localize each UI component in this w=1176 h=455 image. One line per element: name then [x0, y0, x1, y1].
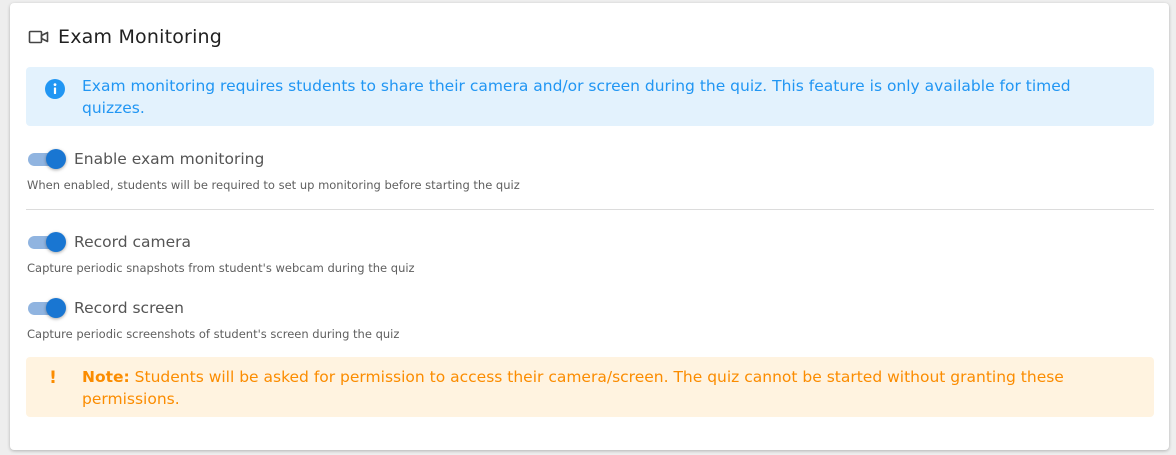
- toggle-thumb: [46, 232, 66, 252]
- warning-alert: ! Note: Students will be asked for permi…: [26, 357, 1154, 417]
- exclamation-icon: !: [49, 368, 57, 388]
- info-icon: [45, 79, 65, 99]
- record-camera-hint: Capture periodic snapshots from student'…: [27, 261, 415, 275]
- enable-monitoring-toggle[interactable]: [28, 149, 66, 169]
- enable-monitoring-row: Enable exam monitoring: [28, 147, 264, 171]
- info-alert-text: Exam monitoring requires students to sha…: [82, 77, 1071, 117]
- info-alert: Exam monitoring requires students to sha…: [26, 67, 1154, 126]
- toggle-thumb: [46, 149, 66, 169]
- record-camera-toggle[interactable]: [28, 232, 66, 252]
- video-camera-icon: [28, 29, 50, 45]
- divider: [26, 209, 1154, 210]
- note-label: Note:: [82, 368, 130, 386]
- section-title: Exam Monitoring: [58, 26, 223, 48]
- enable-monitoring-hint: When enabled, students will be required …: [27, 178, 520, 192]
- exam-monitoring-card: Exam Monitoring Exam monitoring requires…: [10, 3, 1169, 450]
- warning-alert-text: Students will be asked for permission to…: [82, 368, 1064, 408]
- section-header: Exam Monitoring: [28, 25, 222, 49]
- record-screen-label: Record screen: [74, 299, 185, 317]
- record-screen-row: Record screen: [28, 296, 184, 320]
- enable-monitoring-label: Enable exam monitoring: [74, 150, 265, 168]
- record-screen-hint: Capture periodic screenshots of student'…: [27, 327, 400, 341]
- record-screen-toggle[interactable]: [28, 298, 66, 318]
- record-camera-label: Record camera: [74, 233, 192, 251]
- record-camera-row: Record camera: [28, 230, 191, 254]
- toggle-thumb: [46, 298, 66, 318]
